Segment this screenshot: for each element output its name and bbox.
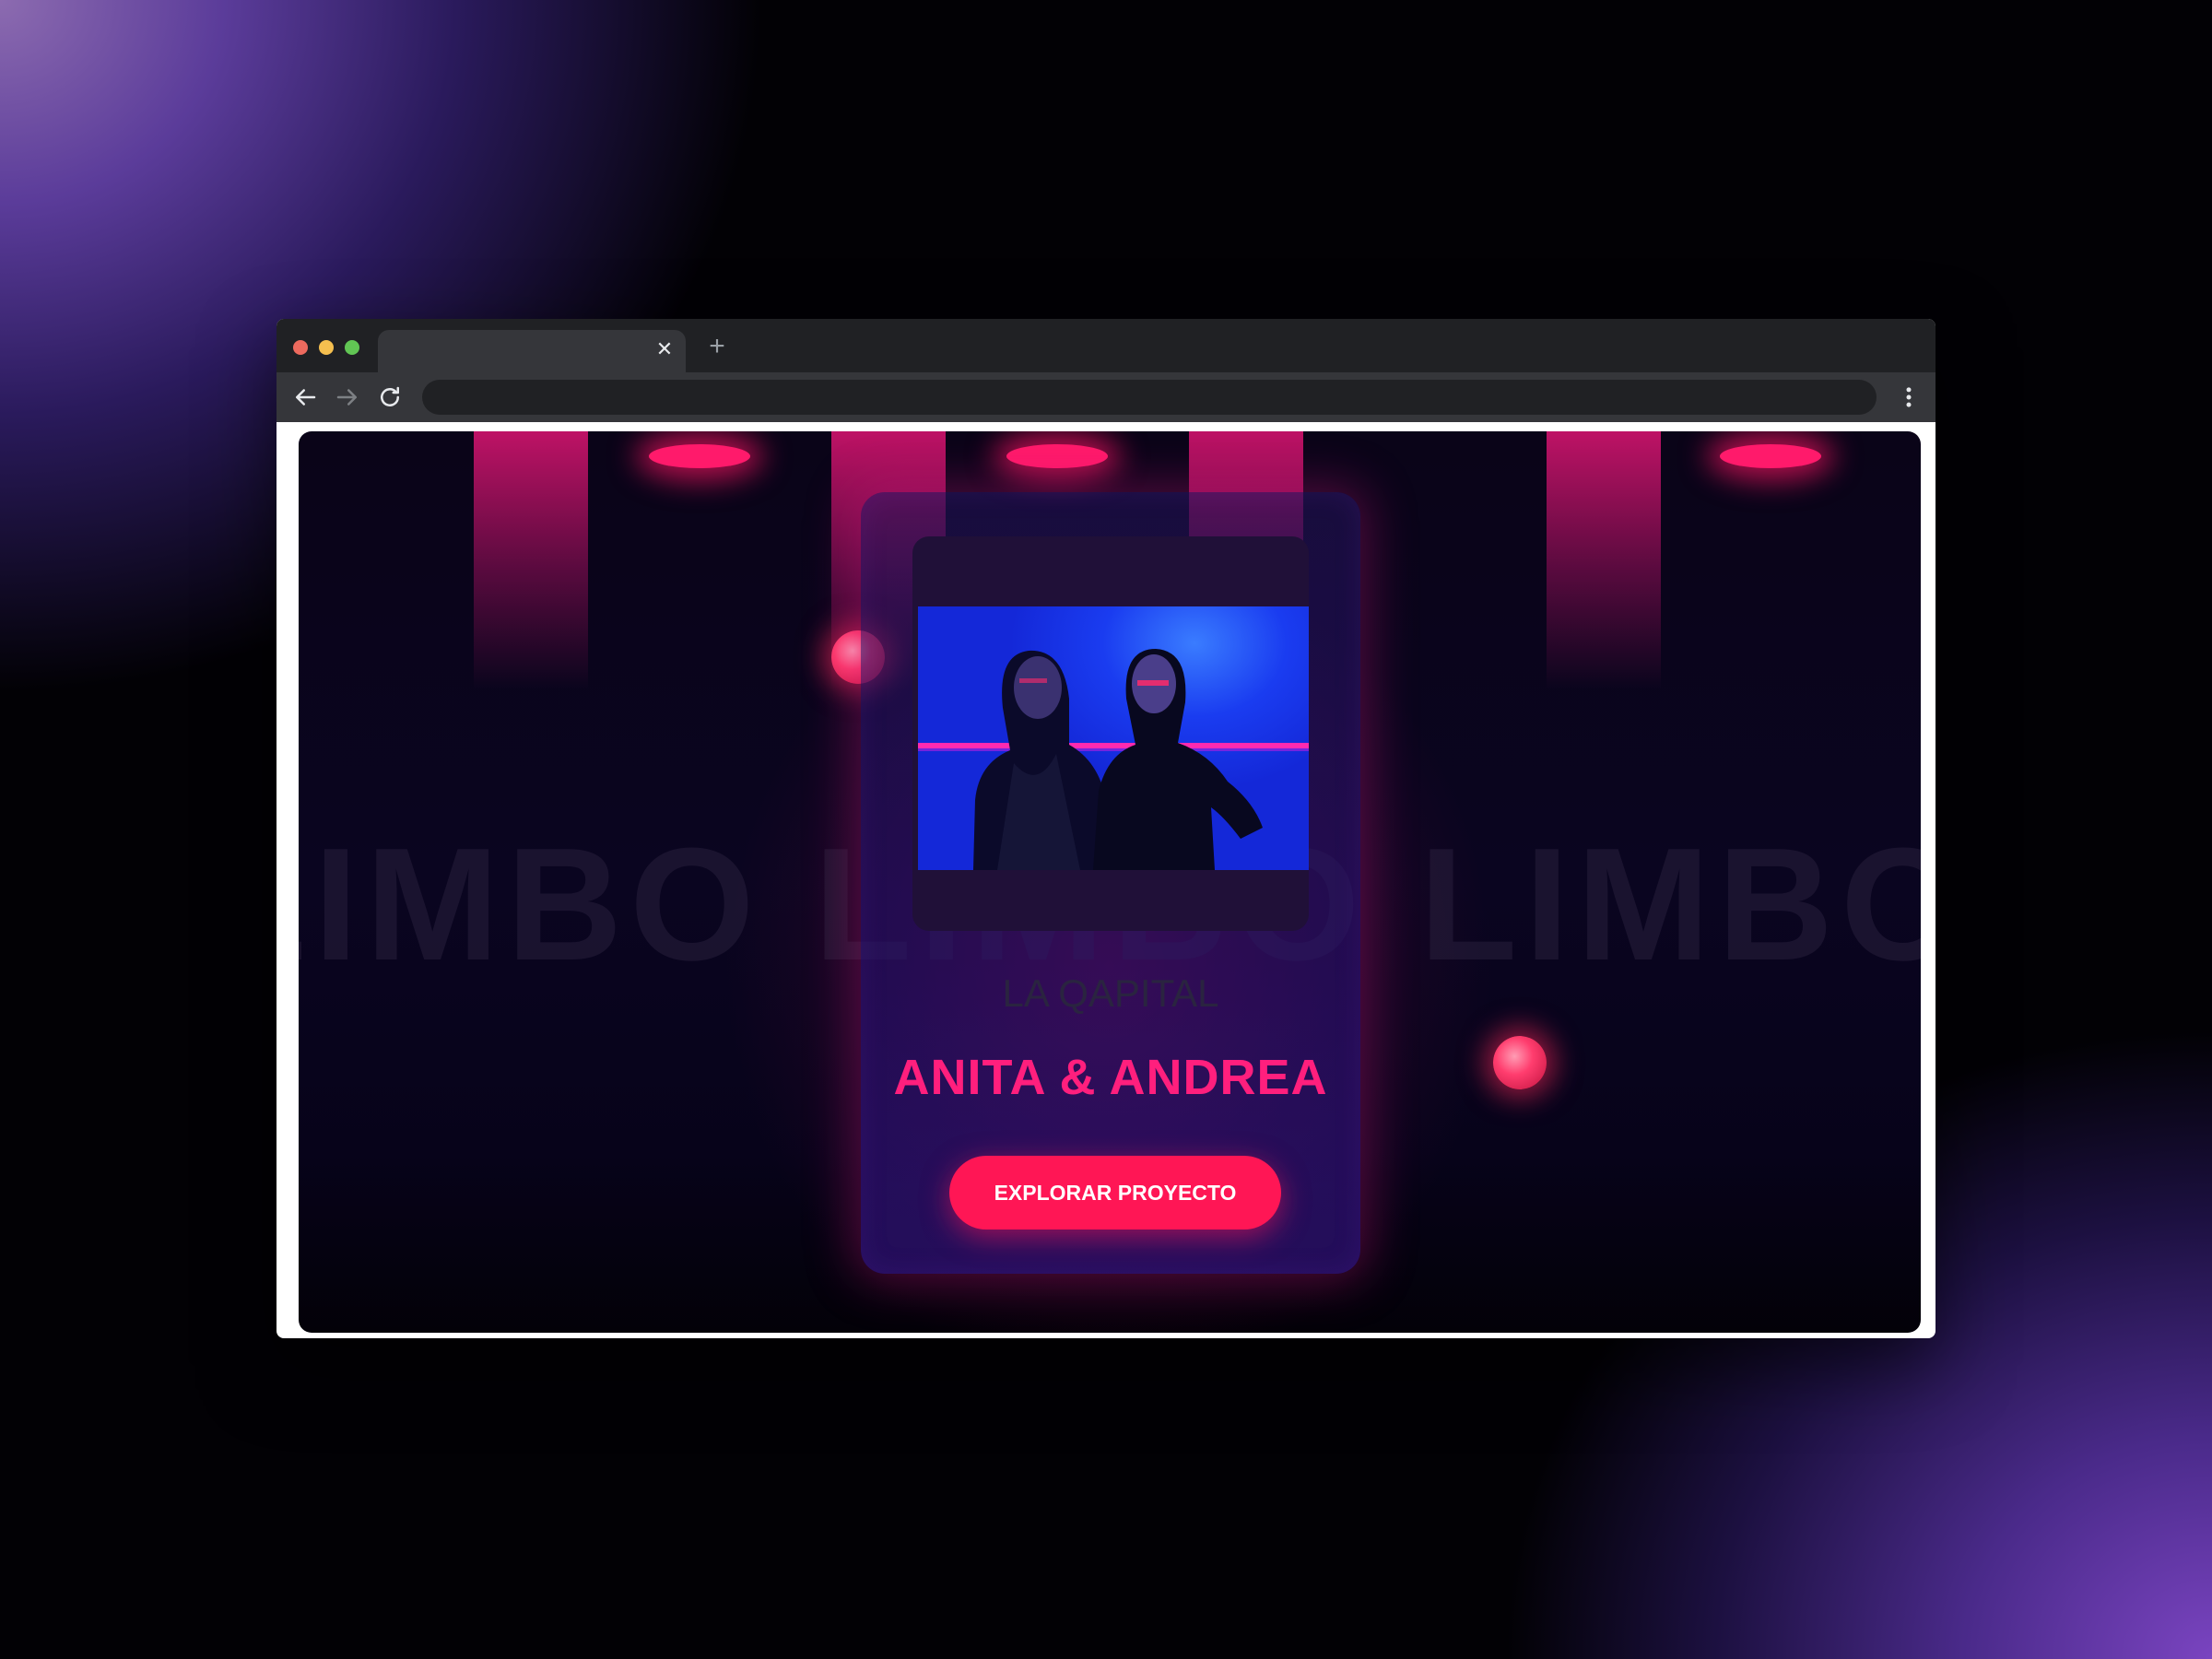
photo-frame (912, 536, 1309, 931)
project-card: LA QAPITAL ANITA & ANDREA EXPLORAR PROYE… (861, 492, 1360, 1274)
minimize-window-button[interactable] (319, 340, 334, 355)
project-kicker: LA QAPITAL (1002, 971, 1219, 1015)
forward-arrow-icon[interactable] (334, 383, 361, 411)
stage-light-beam (1547, 431, 1661, 689)
spotlight (1720, 444, 1821, 468)
spotlight (649, 444, 750, 468)
maximize-window-button[interactable] (345, 340, 359, 355)
tab-bar: ✕ + (276, 319, 1936, 372)
browser-toolbar (276, 372, 1936, 422)
page-viewport: LIMBO LIMBO LIMBO LIMBO (299, 431, 1921, 1333)
project-title: ANITA & ANDREA (893, 1050, 1328, 1105)
close-window-button[interactable] (293, 340, 308, 355)
more-menu-icon[interactable] (1895, 383, 1923, 411)
address-bar[interactable] (422, 380, 1877, 415)
plus-icon[interactable]: + (704, 333, 730, 360)
artist-photo (918, 606, 1309, 870)
spotlight (1006, 444, 1108, 468)
browser-tab[interactable]: ✕ (378, 330, 686, 372)
close-icon[interactable]: ✕ (654, 339, 675, 359)
back-arrow-icon[interactable] (291, 383, 319, 411)
browser-window: ✕ + LIMBO LIMBO LIMBO LIMBO (276, 319, 1936, 1338)
explore-project-button[interactable]: EXPLORAR PROYECTO (949, 1156, 1281, 1230)
stage-light-beam (474, 431, 588, 689)
reload-icon[interactable] (376, 383, 404, 411)
glowing-orb (1493, 1036, 1547, 1089)
